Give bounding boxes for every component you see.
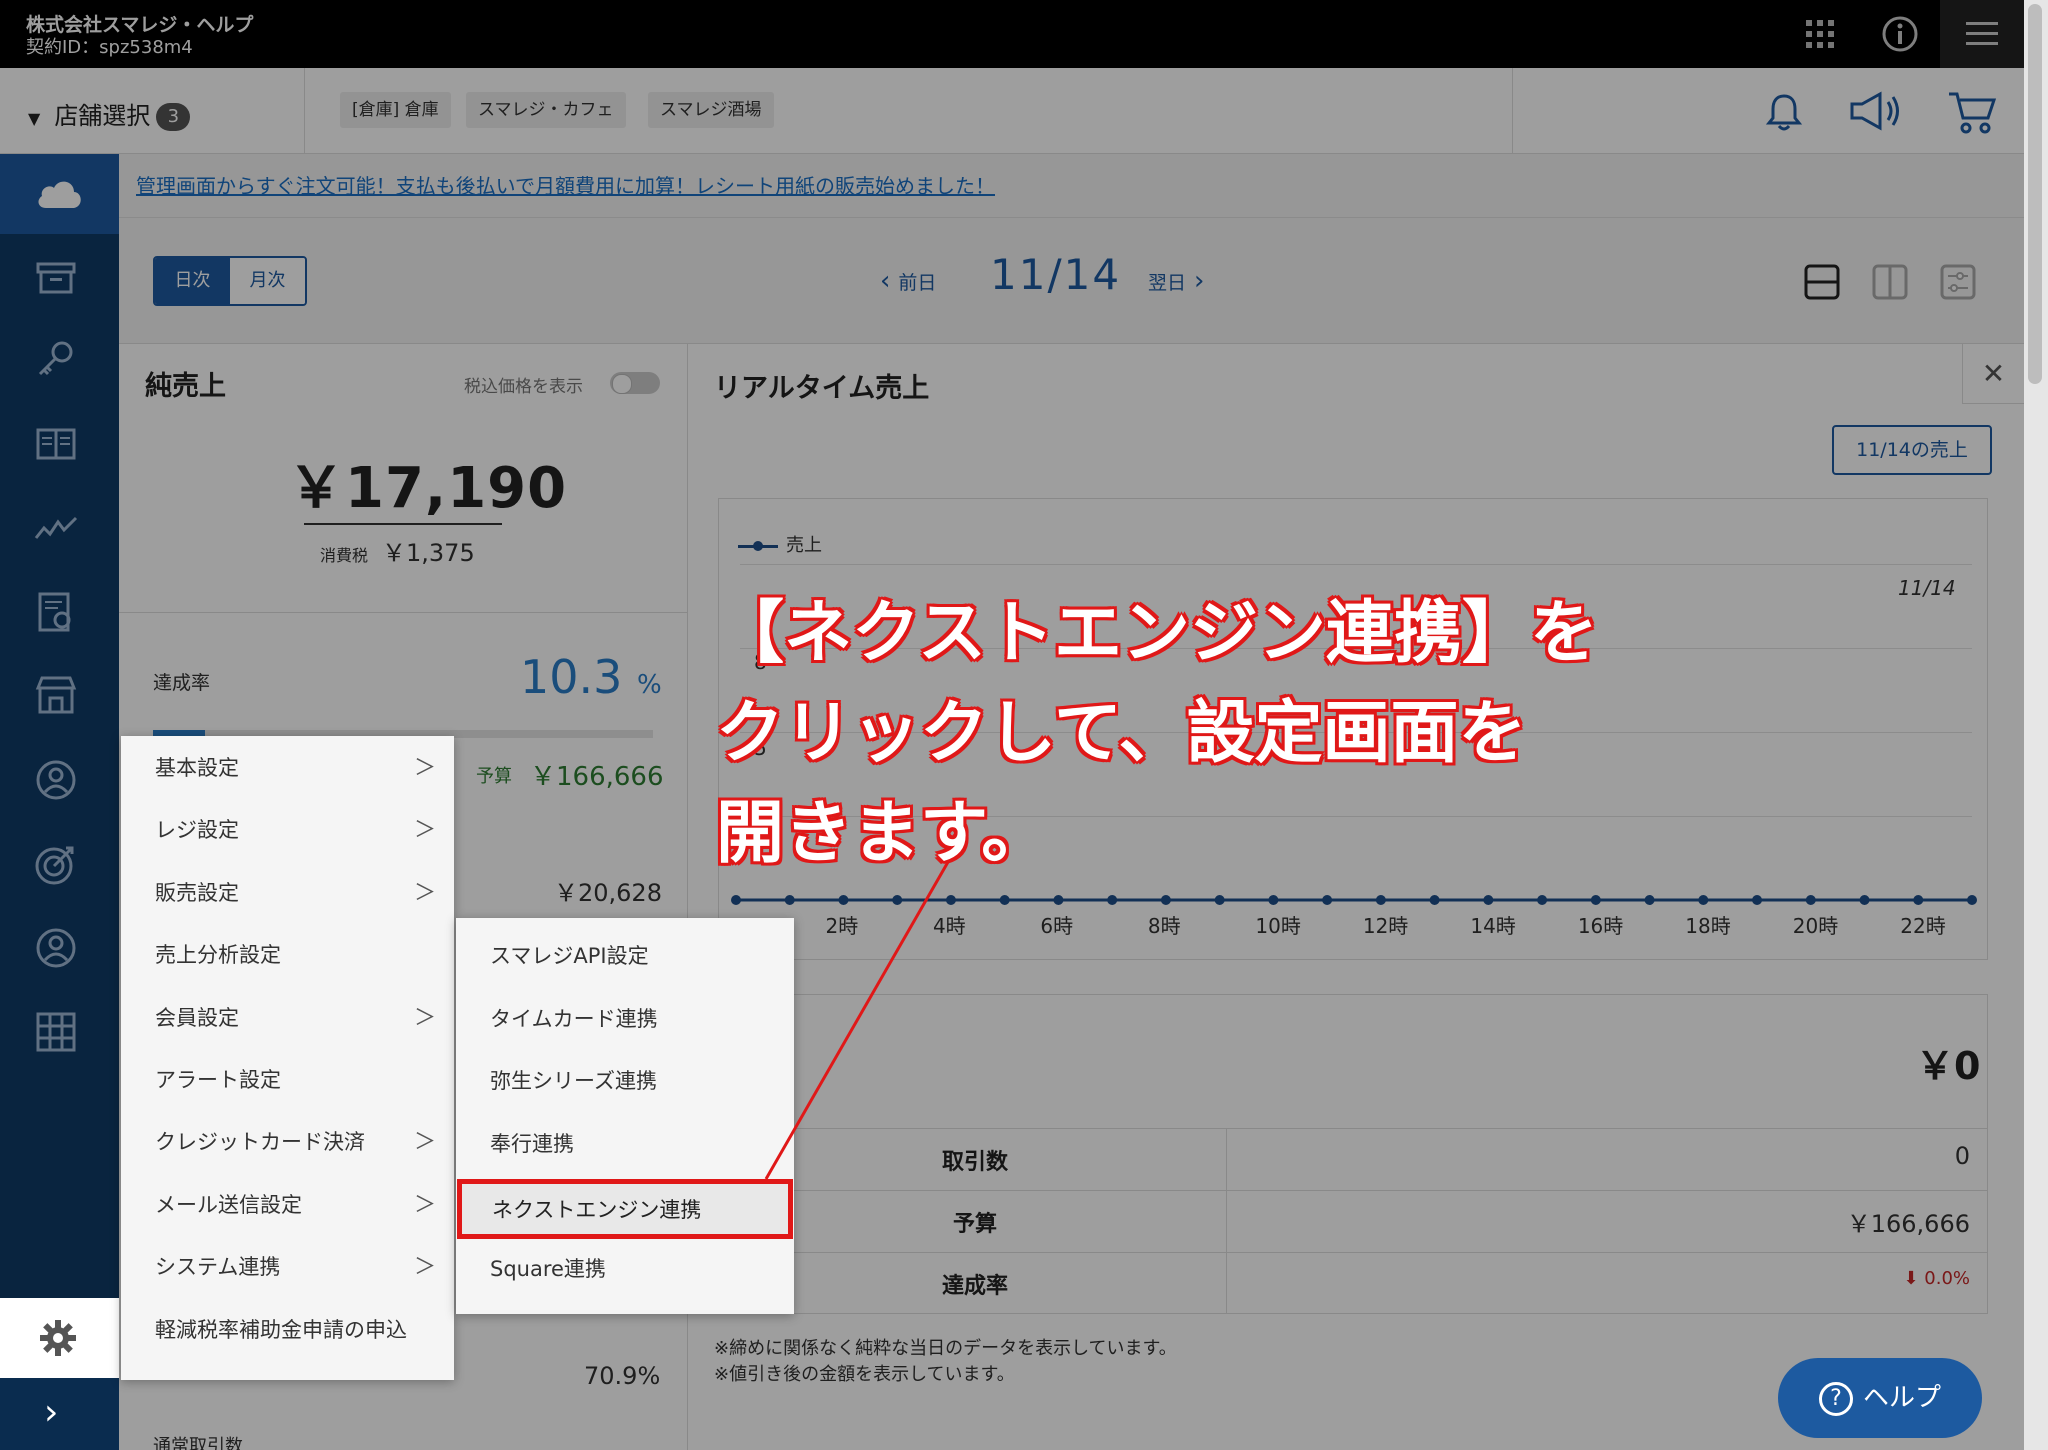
settings-menu-item[interactable]: クレジットカード決済 ＞: [121, 1110, 454, 1172]
instruction-callout: 【ネクストエンジン連携】を クリックして、設定画面を 開きます。: [716, 584, 1598, 884]
settings-menu-item[interactable]: レジ設定 ＞: [121, 798, 454, 860]
callout-line: 開きます。: [716, 794, 1050, 873]
settings-menu-label: システム連携: [155, 1255, 281, 1280]
submenu-item[interactable]: 奉行連携: [456, 1114, 794, 1174]
settings-menu-label: メール送信設定: [155, 1192, 302, 1217]
system-integration-submenu: スマレジAPI設定 タイムカード連携 弥生シリーズ連携 奉行連携 Square連携: [456, 918, 794, 1314]
settings-menu: 基本設定 ＞ レジ設定 ＞ 販売設定 ＞ 売上分析設定 会員設定 ＞ アラート設定クレジットカード…: [121, 736, 454, 1380]
settings-menu-label: 会員設定: [155, 1005, 239, 1030]
chevron-right-icon: ＞: [413, 1130, 436, 1156]
help-label: ヘルプ: [1862, 1383, 1941, 1413]
submenu-item[interactable]: 弥生シリーズ連携: [456, 1051, 794, 1111]
settings-button[interactable]: [0, 1298, 119, 1378]
chevron-right-icon: ＞: [413, 1005, 436, 1031]
settings-menu-item[interactable]: 会員設定 ＞: [121, 986, 454, 1048]
settings-menu-label: アラート設定: [155, 1068, 281, 1092]
chevron-right-icon: ＞: [413, 880, 436, 906]
submenu-label: 奉行連携: [490, 1131, 574, 1156]
settings-menu-label: 基本設定: [155, 756, 239, 780]
chevron-right-icon: ＞: [413, 818, 436, 844]
sidebar-expand-button[interactable]: ›: [0, 1378, 119, 1450]
settings-menu-item[interactable]: 基本設定 ＞: [121, 736, 454, 798]
settings-menu-label: レジ設定: [155, 818, 239, 843]
settings-menu-item[interactable]: メール送信設定 ＞: [121, 1173, 454, 1235]
submenu-label: タイムカード連携: [490, 1006, 658, 1031]
submenu-item[interactable]: Square連携: [456, 1239, 794, 1299]
settings-menu-label: 販売設定: [155, 880, 239, 905]
question-icon: ?: [1818, 1381, 1853, 1416]
submenu-label: スマレジAPI設定: [490, 944, 649, 968]
help-button[interactable]: ? ヘルプ: [1778, 1358, 1982, 1438]
settings-menu-label: クレジットカード決済: [155, 1130, 365, 1155]
chevron-right-icon: ＞: [413, 1255, 436, 1281]
submenu-label: 弥生シリーズ連携: [490, 1069, 657, 1094]
callout-line: 【ネクストエンジン連携】を: [716, 594, 1598, 673]
settings-menu-label: 軽減税率補助金申請の申込: [155, 1317, 407, 1342]
settings-menu-item[interactable]: システム連携 ＞: [121, 1235, 454, 1297]
next-engine-link: ネクストエンジン連携: [492, 1198, 702, 1222]
submenu-label: Square連携: [490, 1257, 606, 1281]
callout-line: クリックして、設定画面を: [716, 694, 1527, 773]
scrollbar-thumb[interactable]: [2028, 4, 2042, 384]
chevron-right-icon: ＞: [413, 1192, 436, 1218]
settings-menu-item[interactable]: 売上分析設定: [121, 923, 454, 985]
next-engine-highlight[interactable]: ネクストエンジン連携: [457, 1179, 793, 1239]
settings-menu-item[interactable]: 販売設定 ＞: [121, 861, 454, 923]
chevron-right-icon: ＞: [413, 756, 436, 781]
submenu-item[interactable]: スマレジAPI設定: [456, 926, 794, 986]
gear-icon: [40, 1320, 76, 1356]
chevron-right-icon: ›: [44, 1392, 59, 1433]
settings-menu-item[interactable]: アラート設定: [121, 1048, 454, 1110]
settings-menu-label: 売上分析設定: [155, 943, 281, 968]
submenu-item[interactable]: タイムカード連携: [456, 989, 794, 1049]
settings-menu-item[interactable]: 軽減税率補助金申請の申込: [121, 1298, 454, 1360]
